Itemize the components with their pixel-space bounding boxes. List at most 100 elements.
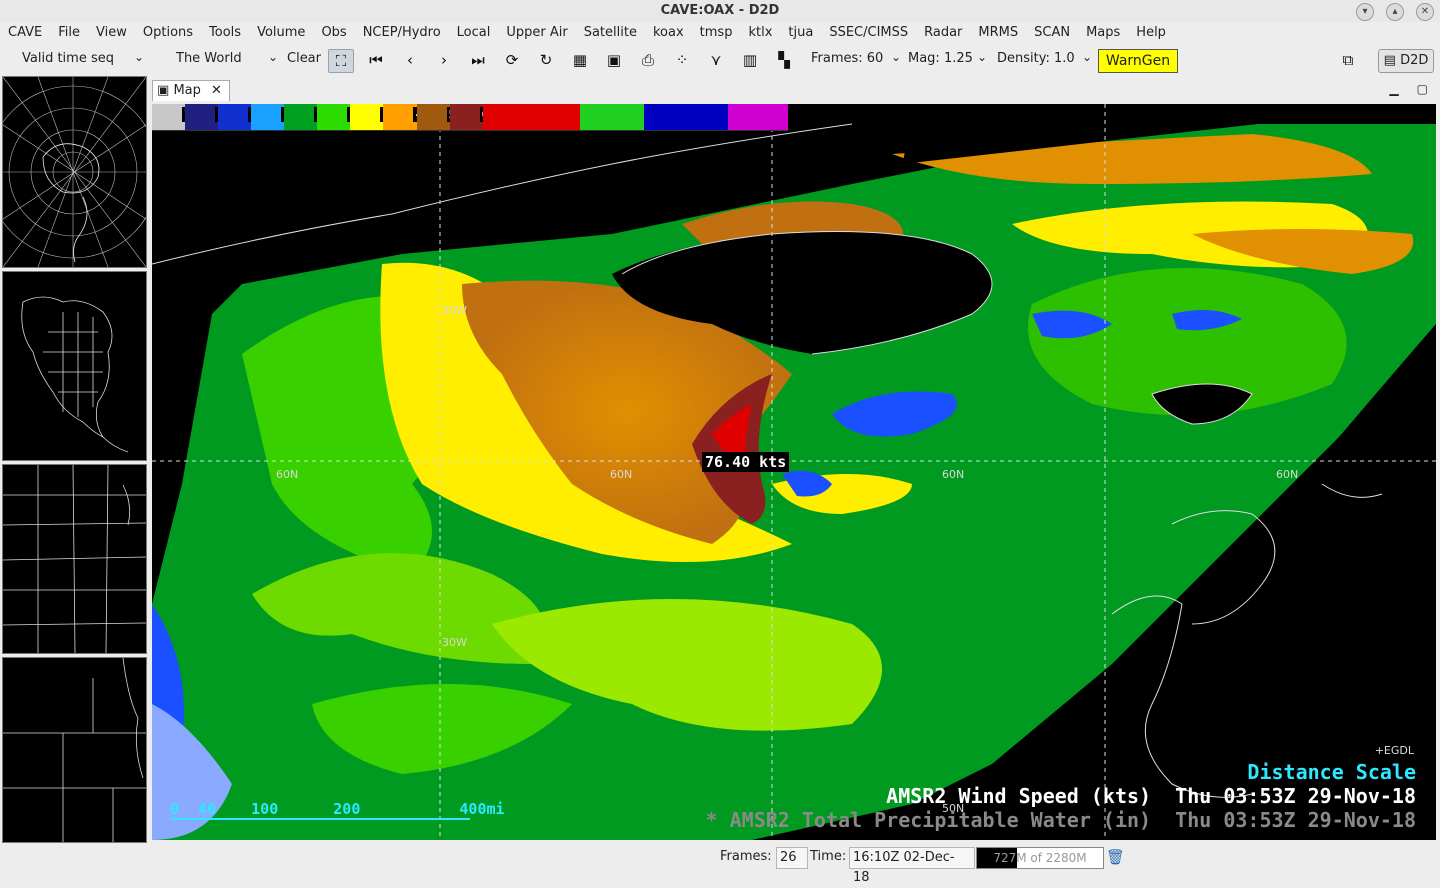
menu-item-help[interactable]: Help	[1128, 22, 1174, 44]
image-properties-icon[interactable]: ▦	[568, 49, 592, 71]
warngen-button[interactable]: WarnGen	[1098, 49, 1178, 73]
open-perspective-icon[interactable]: ⧉	[1336, 49, 1360, 71]
color-bar-segment: 48	[383, 104, 431, 130]
frames-label: Frames:	[720, 849, 772, 864]
time-mode-select[interactable]: Valid time seq	[22, 51, 114, 66]
loop-icon[interactable]: ⟳	[500, 49, 524, 71]
menu-item-file[interactable]: File	[50, 22, 88, 44]
distance-scale-bar: 0 40 100 200 400mi	[170, 800, 505, 820]
distance-scale-legend[interactable]: Distance Scale	[1247, 760, 1416, 784]
menu-item-maps[interactable]: Maps	[1078, 22, 1128, 44]
scale-tick-400mi: 400mi	[459, 800, 505, 818]
d2d-perspective-button[interactable]: ▤ D2D	[1378, 49, 1434, 73]
satellite-image	[152, 104, 1436, 840]
sample-readout: 76.40 kts	[702, 452, 790, 472]
menu-item-tools[interactable]: Tools	[201, 22, 249, 44]
menu-item-options[interactable]: Options	[135, 22, 201, 44]
step-forward-icon[interactable]: ›	[432, 49, 456, 71]
map-icon[interactable]: ▣	[602, 49, 626, 71]
menu-item-cave[interactable]: CAVE	[0, 22, 50, 44]
editor-controls: ▁ ▢	[1389, 82, 1428, 96]
color-bar: 7111722283441485664	[152, 104, 788, 131]
north-america-map-thumbnail	[21, 296, 129, 453]
scale-tick-100: 100	[251, 800, 279, 818]
menu-item-tmsp[interactable]: tmsp	[692, 22, 741, 44]
four-panel-icon[interactable]: ▚	[772, 49, 796, 71]
points-icon[interactable]: ⁘	[670, 49, 694, 71]
grid-label-60n-4: 60N	[1276, 468, 1299, 481]
scale-select[interactable]: The World	[176, 51, 242, 66]
color-bar-segment: 41	[350, 104, 398, 130]
panel-layout-icon[interactable]: ▥	[738, 49, 762, 71]
menu-item-upper-air[interactable]: Upper Air	[498, 22, 575, 44]
menu-item-view[interactable]: View	[88, 22, 135, 44]
first-frame-icon[interactable]: ⏮	[364, 49, 388, 71]
time-mode-chevron-down-icon[interactable]: ⌄	[134, 50, 144, 64]
side-panel-north-america[interactable]	[2, 271, 147, 461]
memory-usage-bar: 727M of 2280M	[976, 847, 1104, 869]
minimize-icon[interactable]: ▾	[1356, 3, 1374, 21]
refresh-icon[interactable]: ↻	[534, 49, 558, 71]
density-select[interactable]: Density: 1.0	[997, 51, 1075, 66]
maximize-editor-icon[interactable]: ▢	[1417, 82, 1428, 96]
close-icon[interactable]: ✕	[1416, 3, 1434, 21]
color-bar-segment: 56	[416, 104, 464, 130]
menu-item-satellite[interactable]: Satellite	[576, 22, 645, 44]
baselines-icon[interactable]: ⋎	[704, 49, 728, 71]
scale-tick-0: 0	[170, 800, 180, 818]
status-bar: Frames: 26 Time: 16:10Z 02-Dec-18 727M o…	[0, 843, 1440, 885]
menu-item-mrms[interactable]: MRMS	[970, 22, 1026, 44]
map-tab-icon: ▣	[157, 83, 170, 98]
color-bar-segment	[482, 104, 580, 130]
mag-chevron-down-icon[interactable]: ⌄	[977, 50, 987, 64]
menu-bar: CAVE File View Options Tools Volume Obs NCEP/Hy…	[0, 22, 1440, 44]
density-chevron-down-icon[interactable]: ⌄	[1082, 50, 1092, 64]
side-panel-regional[interactable]	[2, 464, 147, 654]
legend-precipitable-water[interactable]: * AMSR2 Total Precipitable Water (in) Th…	[706, 808, 1416, 832]
legend-wind-speed[interactable]: AMSR2 Wind Speed (kts) Thu 03:53Z 29-Nov…	[886, 784, 1416, 808]
color-bar-segment: 28	[284, 104, 332, 130]
color-bar-segment	[727, 104, 788, 130]
zoom-extent-icon[interactable]: ⛶	[328, 49, 354, 73]
menu-item-obs[interactable]: Obs	[313, 22, 354, 44]
trash-icon[interactable]: 🗑	[1106, 848, 1125, 866]
maximize-icon[interactable]: ▴	[1386, 3, 1404, 21]
step-back-icon[interactable]: ‹	[398, 49, 422, 71]
menu-item-volume[interactable]: Volume	[249, 22, 313, 44]
mag-select[interactable]: Mag: 1.25	[908, 51, 973, 66]
frames-chevron-down-icon[interactable]: ⌄	[891, 50, 901, 64]
menu-item-radar[interactable]: Radar	[916, 22, 970, 44]
side-panels	[0, 76, 147, 843]
regional-map-thumbnail	[3, 465, 146, 653]
map-display[interactable]: 7111722283441485664 30W 60N 60N 60N 60N …	[152, 104, 1436, 840]
color-bar-segment: 7	[152, 104, 193, 130]
color-bar-segment: 17	[218, 104, 266, 130]
legend-tpw-product: * AMSR2 Total Precipitable Water (in)	[705, 808, 1152, 832]
print-icon[interactable]: ⎙	[636, 49, 660, 71]
color-bar-segment	[579, 104, 645, 130]
menu-item-scan[interactable]: SCAN	[1026, 22, 1078, 44]
grid-label-60n-3: 60N	[942, 468, 965, 481]
side-panel-local[interactable]	[2, 657, 147, 843]
clear-button[interactable]: Clear	[287, 51, 321, 66]
side-panel-polar[interactable]	[2, 76, 147, 268]
color-bar-segment: 11	[185, 104, 233, 130]
tab-map[interactable]: ▣ Map ✕	[152, 80, 230, 101]
menu-item-tjua[interactable]: tjua	[780, 22, 821, 44]
frames-select[interactable]: Frames: 60	[811, 51, 883, 66]
menu-item-ncep-hydro[interactable]: NCEP/Hydro	[355, 22, 449, 44]
menu-item-local[interactable]: Local	[449, 22, 499, 44]
menu-item-ktlx[interactable]: ktlx	[740, 22, 780, 44]
grid-label-30w-2: 30W	[442, 636, 467, 649]
color-bar-segment	[644, 104, 728, 130]
color-bar-segment: 22	[251, 104, 299, 130]
menu-item-koax[interactable]: koax	[645, 22, 692, 44]
grid-label-60n-2: 60N	[610, 468, 633, 481]
menu-item-ssec-cimss[interactable]: SSEC/CIMSS	[821, 22, 916, 44]
minimize-editor-icon[interactable]: ▁	[1389, 82, 1398, 96]
last-frame-icon[interactable]: ⏭	[466, 49, 490, 71]
scale-chevron-down-icon[interactable]: ⌄	[268, 50, 278, 64]
time-value: 16:10Z 02-Dec-18	[849, 847, 975, 885]
perspective-label: D2D	[1400, 53, 1429, 68]
close-tab-icon[interactable]: ✕	[211, 83, 222, 98]
